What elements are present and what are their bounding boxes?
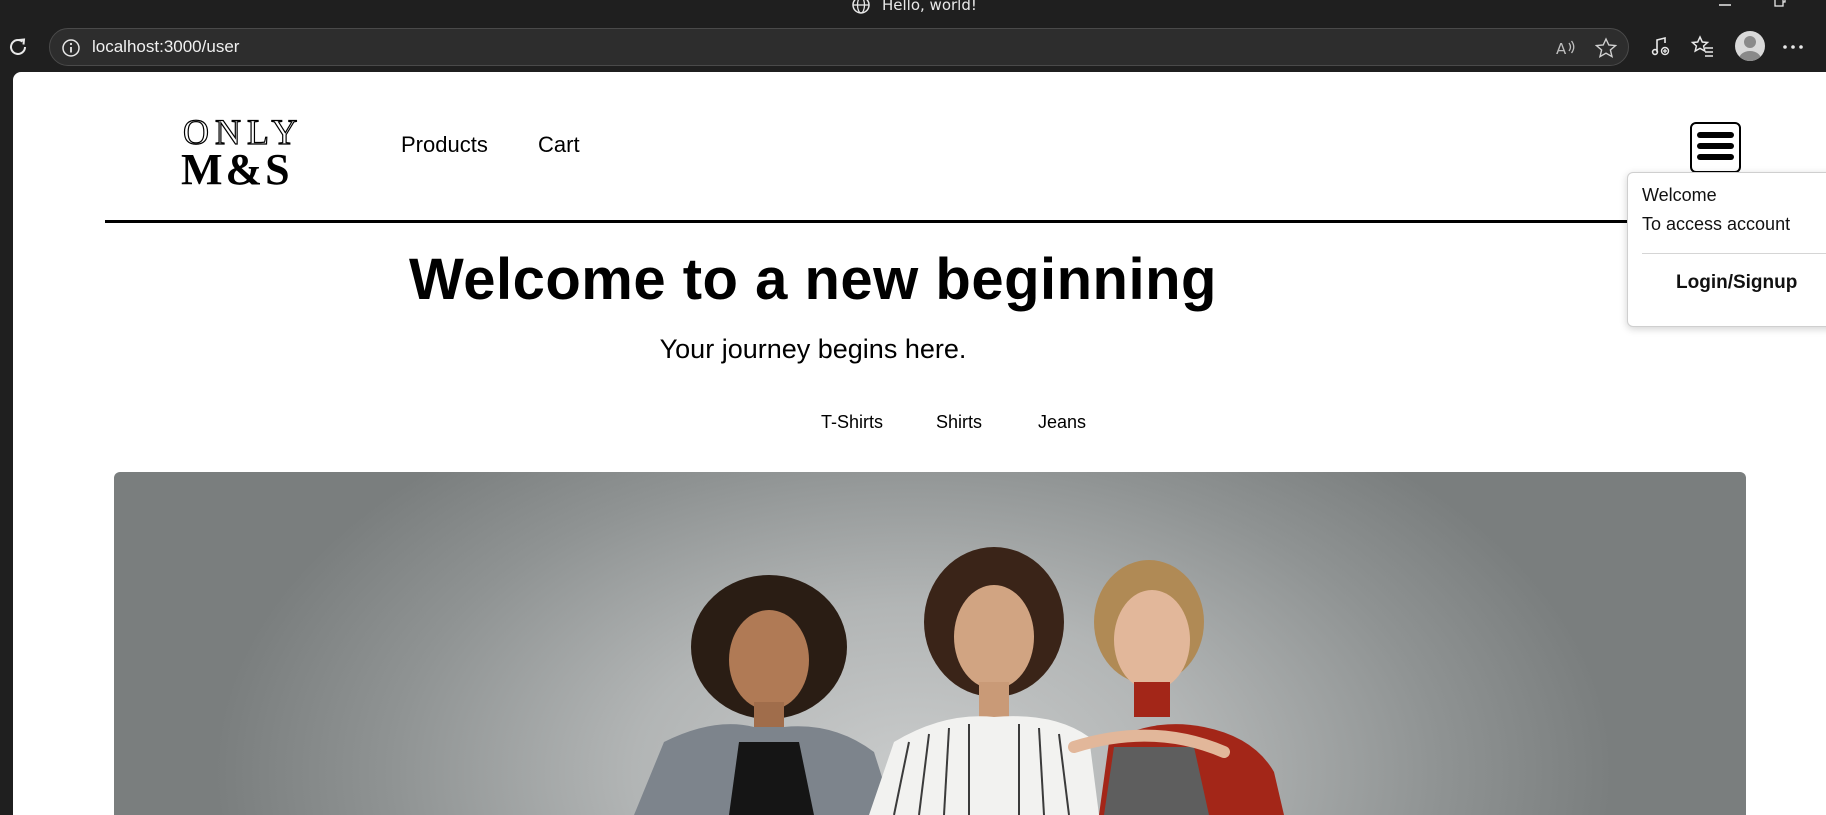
browser-titlebar: Hello, world! [0,0,1826,22]
logo-line2: M&S [181,145,293,186]
address-bar[interactable]: localhost:3000/user A [49,28,1629,66]
dropdown-divider [1642,253,1826,254]
svg-text:A: A [1556,40,1567,58]
login-signup-button[interactable]: Login/Signup [1676,272,1797,294]
globe-icon [852,0,870,14]
model-dress [1104,747,1209,815]
nav-products-link[interactable]: Products [401,132,488,158]
hamburger-icon [1697,132,1734,138]
page-viewport: ONLY M&S Products Cart Welcome to a new … [13,72,1826,815]
music-icon[interactable] [1648,34,1674,60]
star-icon[interactable] [1595,37,1617,59]
hero-subtitle: Your journey begins here. [659,334,967,364]
read-aloud-icon[interactable]: A [1555,37,1577,59]
window-title: Hello, world! [850,0,977,16]
logo-mark: ONLY M&S [181,111,298,194]
category-tshirts-link[interactable]: T-Shirts [821,412,883,433]
account-dropdown: Welcome To access account Login/Signup [1627,172,1826,327]
banner-models-illustration [634,547,1284,815]
url-text[interactable]: localhost:3000/user [92,37,239,57]
more-icon[interactable] [1780,34,1806,60]
category-shirts-link[interactable]: Shirts [936,412,982,433]
header-divider [105,220,1826,223]
user-icon [1739,36,1761,61]
restore-icon[interactable] [1772,0,1788,8]
dropdown-access-text: To access account [1642,214,1791,234]
info-icon[interactable] [61,38,81,58]
minimize-icon[interactable] [1717,0,1733,8]
nav-cart-link[interactable]: Cart [538,132,580,158]
hamburger-menu-button[interactable] [1690,122,1741,173]
hero-banner-image [114,472,1746,815]
hamburger-icon-bar [1697,143,1734,149]
model-face [729,610,809,710]
hero-title: Welcome to a new beginning [409,247,1217,312]
window-title-text: Hello, world! [882,0,977,14]
profile-avatar[interactable] [1735,31,1765,61]
reload-icon[interactable] [6,35,30,59]
model-face [1114,590,1190,690]
category-jeans-link[interactable]: Jeans [1038,412,1086,433]
hamburger-icon-bar [1697,154,1734,160]
model-face [954,585,1034,689]
site-logo[interactable]: ONLY M&S [181,111,316,194]
dropdown-welcome-text: Welcome [1642,185,1717,205]
browser-toolbar: localhost:3000/user A [0,22,1826,72]
favorites-icon[interactable] [1690,34,1716,60]
